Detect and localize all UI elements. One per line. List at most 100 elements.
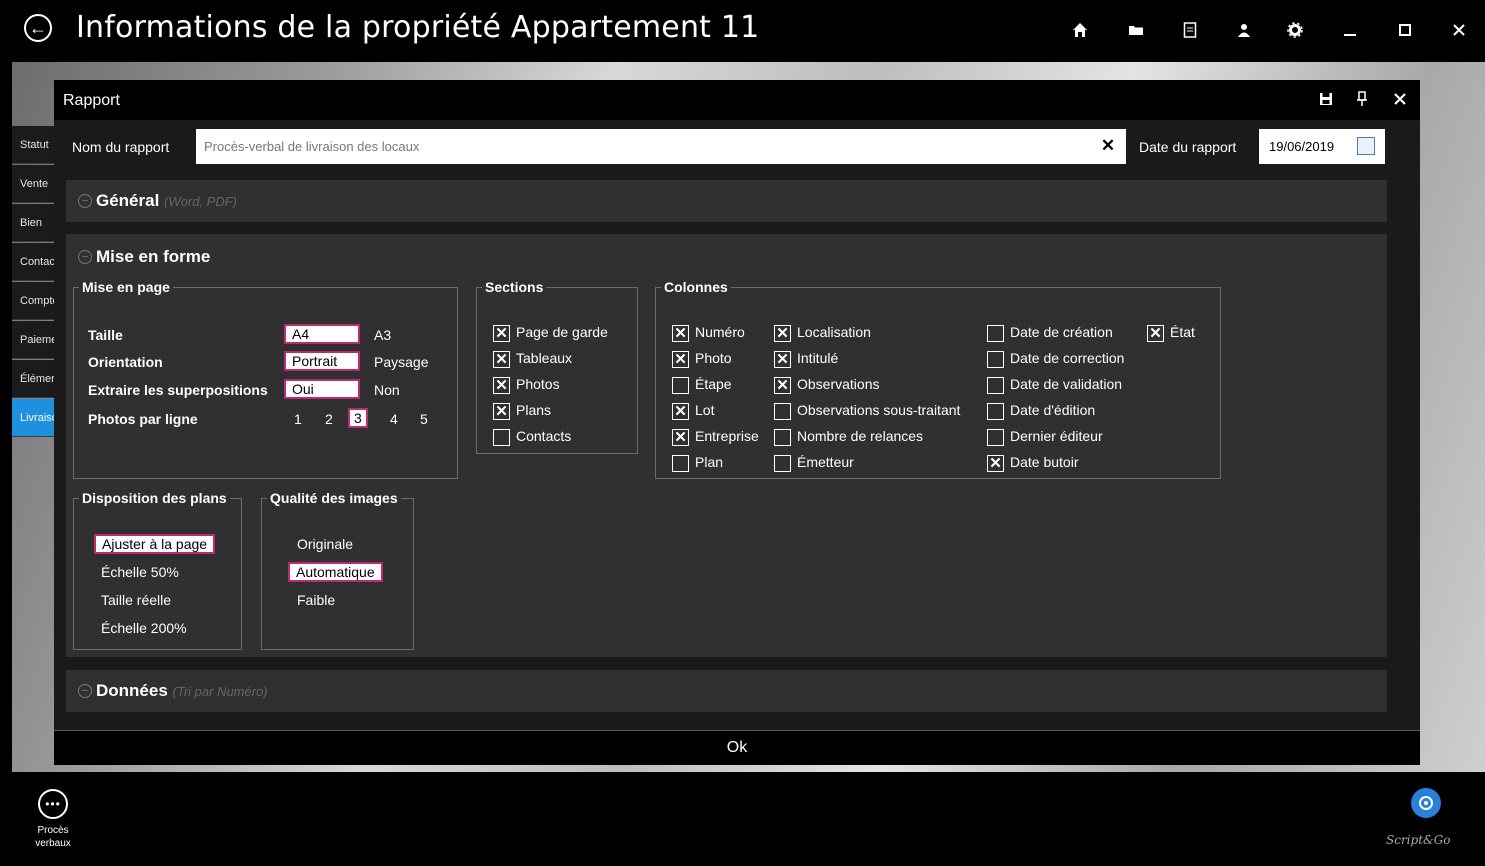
sidebar-item-statut[interactable]: Statut	[12, 126, 56, 164]
dialog-header	[54, 80, 1420, 120]
clear-name-icon[interactable]: ✕	[1099, 136, 1117, 156]
section-tableaux-checkbox[interactable]: ✕	[493, 351, 510, 368]
taille-label: Taille	[88, 327, 123, 343]
save-icon[interactable]	[1315, 88, 1337, 110]
section-page-de-garde-checkbox[interactable]: ✕	[493, 325, 510, 342]
disposition-echelle200-option[interactable]: Échelle 200%	[101, 620, 187, 636]
section-page-de-garde-label: Page de garde	[516, 324, 608, 340]
pv-label-line1: Procès	[37, 825, 69, 836]
taille-a3-option[interactable]: A3	[374, 327, 391, 343]
section-photos-checkbox[interactable]: ✕	[493, 377, 510, 394]
sidebar-item-vente[interactable]: Vente	[12, 165, 56, 203]
calendar-icon[interactable]	[1357, 137, 1375, 155]
taille-a4-option[interactable]: A4	[284, 324, 360, 344]
sidebar-item-paiements[interactable]: Paiements	[12, 321, 56, 359]
report-name-input[interactable]: Procès-verbal de livraison des locaux	[196, 129, 1126, 164]
photos-1-option[interactable]: 1	[294, 411, 302, 427]
home-icon[interactable]	[1068, 18, 1092, 42]
superpositions-non-option[interactable]: Non	[374, 382, 400, 398]
orientation-paysage-option[interactable]: Paysage	[374, 354, 428, 370]
donnees-panel[interactable]: – Données (Tri par Numéro)	[66, 670, 1387, 712]
qualite-automatique-option[interactable]: Automatique	[288, 562, 383, 582]
close-icon[interactable]	[1447, 18, 1471, 42]
sidebar-item-bien[interactable]: Bien	[12, 204, 56, 242]
colonne-numero-checkbox[interactable]: ✕	[672, 325, 689, 342]
colonne-date-de-creation-checkbox[interactable]	[987, 325, 1004, 342]
colonne-date-d-edition-label: Date d'édition	[1010, 402, 1096, 418]
colonne-dernier-editeur-label: Dernier éditeur	[1010, 428, 1103, 444]
general-title: Général (Word, PDF)	[96, 191, 237, 210]
colonne-entreprise-checkbox[interactable]: ✕	[672, 429, 689, 446]
qualite-faible-option[interactable]: Faible	[297, 592, 335, 608]
sections-group: Sections ✕ Page de garde ✕ Tableaux ✕ Photos ✕…	[476, 279, 638, 454]
sidebar-item-livraison[interactable]: Livraison	[12, 399, 56, 437]
colonne-date-butoir-checkbox[interactable]: ✕	[987, 455, 1004, 472]
colonne-emetteur-label: Émetteur	[797, 454, 854, 470]
photos-2-option[interactable]: 2	[325, 411, 333, 427]
pv-button[interactable]: Procès verbaux	[28, 824, 78, 850]
disposition-taille-reelle-option[interactable]: Taille réelle	[101, 592, 171, 608]
section-contacts-checkbox[interactable]	[493, 429, 510, 446]
colonne-nombre-de-relances-label: Nombre de relances	[797, 428, 924, 444]
gear-icon[interactable]	[1283, 18, 1307, 42]
sync-icon[interactable]	[1411, 788, 1441, 818]
dialog-close-icon[interactable]	[1389, 88, 1411, 110]
pin-icon[interactable]	[1351, 88, 1373, 110]
colonne-dernier-editeur-checkbox[interactable]	[987, 429, 1004, 446]
photos-3-option[interactable]: 3	[348, 408, 368, 428]
pv-label-line2: verbaux	[35, 838, 71, 849]
superpositions-oui-option[interactable]: Oui	[284, 379, 360, 399]
donnees-subtitle: (Tri par Numéro)	[172, 684, 268, 699]
colonne-etape-checkbox[interactable]	[672, 377, 689, 394]
sidebar-item-elements[interactable]: Éléments	[12, 360, 56, 398]
disposition-group: Disposition des plans Ajuster à la page …	[73, 490, 242, 650]
colonne-date-d-edition-checkbox[interactable]	[987, 403, 1004, 420]
orientation-portrait-option[interactable]: Portrait	[284, 351, 360, 371]
colonne-localisation-checkbox[interactable]: ✕	[774, 325, 791, 342]
qualite-originale-option[interactable]: Originale	[297, 536, 353, 552]
colonne-plan-checkbox[interactable]	[672, 455, 689, 472]
minimize-icon[interactable]	[1338, 18, 1362, 42]
colonne-etat-checkbox[interactable]: ✕	[1147, 325, 1164, 342]
ok-bar: Ok	[54, 730, 1420, 765]
colonne-date-de-creation-label: Date de création	[1010, 324, 1113, 340]
document-icon[interactable]	[1178, 18, 1202, 42]
collapse-icon[interactable]: –	[78, 684, 92, 698]
ok-button[interactable]: Ok	[54, 731, 1420, 766]
disposition-echelle50-option[interactable]: Échelle 50%	[101, 564, 179, 580]
dialog-title: Rapport	[63, 92, 120, 109]
maximize-icon[interactable]	[1393, 18, 1417, 42]
section-plans-label: Plans	[516, 402, 552, 418]
sidebar-item-compteurs[interactable]: Compteurs	[12, 282, 56, 320]
colonne-emetteur-checkbox[interactable]	[774, 455, 791, 472]
folder-icon[interactable]	[1124, 18, 1148, 42]
colonne-entreprise-label: Entreprise	[695, 428, 759, 444]
window-title: Informations de la propriété Appartement…	[76, 10, 760, 45]
colonnes-group: Colonnes ✕ Numéro ✕ Photo Étape ✕ Lot ✕ Entrepri…	[655, 279, 1221, 479]
collapse-icon[interactable]: –	[78, 250, 92, 264]
general-panel[interactable]: – Général (Word, PDF)	[66, 180, 1387, 222]
colonne-date-de-validation-checkbox[interactable]	[987, 377, 1004, 394]
colonne-intitule-checkbox[interactable]: ✕	[774, 351, 791, 368]
colonne-numero-label: Numéro	[695, 324, 745, 340]
disposition-ajuster-option[interactable]: Ajuster à la page	[93, 534, 216, 554]
colonne-observations-checkbox[interactable]: ✕	[774, 377, 791, 394]
colonnes-legend: Colonnes	[664, 279, 728, 295]
colonne-photo-checkbox[interactable]: ✕	[672, 351, 689, 368]
section-tableaux-label: Tableaux	[516, 350, 573, 366]
colonne-date-de-correction-checkbox[interactable]	[987, 351, 1004, 368]
photos-5-option[interactable]: 5	[420, 411, 428, 427]
colonne-lot-checkbox[interactable]: ✕	[672, 403, 689, 420]
sidebar-item-contacts[interactable]: Contacts	[12, 243, 56, 281]
back-button[interactable]: ←	[24, 14, 52, 42]
section-plans-checkbox[interactable]: ✕	[493, 403, 510, 420]
colonne-date-butoir-label: Date butoir	[1010, 454, 1079, 470]
more-icon[interactable]: •••	[38, 789, 68, 819]
user-icon[interactable]	[1232, 18, 1256, 42]
colonne-nombre-de-relances-checkbox[interactable]	[774, 429, 791, 446]
colonne-observations-sous-traitant-checkbox[interactable]	[774, 403, 791, 420]
photos-4-option[interactable]: 4	[390, 411, 398, 427]
arrow-left-icon: ←	[29, 18, 47, 38]
collapse-icon[interactable]: –	[78, 194, 92, 208]
colonne-intitule-label: Intitulé	[797, 350, 839, 366]
